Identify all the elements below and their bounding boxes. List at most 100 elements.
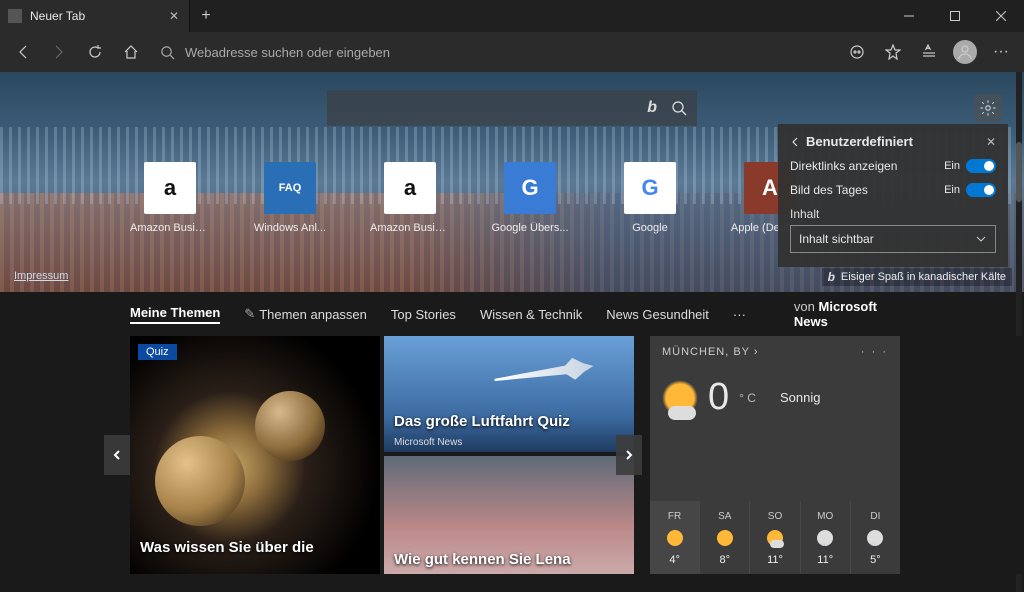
card-source: Microsoft News (394, 437, 462, 448)
address-placeholder: Webadresse suchen oder eingeben (185, 45, 390, 60)
news-cards-row: Quiz Was wissen Sie über die Das große L… (0, 336, 1024, 574)
address-bar[interactable]: Webadresse suchen oder eingeben (150, 37, 838, 67)
page-settings-button[interactable] (974, 94, 1002, 122)
toggle-image[interactable] (966, 183, 996, 197)
content-label: Inhalt (790, 207, 996, 221)
forward-button[interactable] (42, 35, 76, 69)
refresh-button[interactable] (78, 35, 112, 69)
tile-label: Google (610, 222, 690, 234)
chevron-down-icon (975, 233, 987, 245)
forecast-day[interactable]: SA 8° (699, 501, 749, 574)
search-submit-icon[interactable] (671, 100, 687, 116)
forecast-day-icon (717, 530, 733, 546)
toggle-on-text: Ein (944, 160, 960, 172)
quick-link-tile[interactable]: G Google Übers... (490, 162, 570, 234)
card-title: Wie gut kennen Sie Lena (394, 551, 571, 568)
forecast-day-name: MO (801, 511, 850, 522)
quick-link-tile[interactable]: FAQ Windows Anl... (250, 162, 330, 234)
forecast-day-icon (867, 530, 883, 546)
toggle-quicklinks[interactable] (966, 159, 996, 173)
tile-label: Amazon Busin... (130, 222, 210, 234)
carousel-prev-button[interactable] (104, 435, 130, 475)
tile-label: Windows Anl... (250, 222, 330, 234)
news-card-lena-quiz[interactable]: Wie gut kennen Sie Lena (384, 456, 634, 574)
quick-link-tile[interactable]: a Amazon Busin... (130, 162, 210, 234)
card-title: Was wissen Sie über die (140, 539, 314, 556)
bing-search-box[interactable]: b (327, 90, 697, 126)
window-maximize-button[interactable] (932, 0, 978, 32)
tile-icon: FAQ (264, 162, 316, 214)
bing-logo-icon: b (647, 99, 657, 117)
forecast-day-icon (667, 530, 683, 546)
home-button[interactable] (114, 35, 148, 69)
news-nav-item[interactable]: ✎ Themen anpassen (244, 306, 367, 322)
carousel-next-button[interactable] (616, 435, 642, 475)
forecast-day-temp: 8° (700, 554, 749, 566)
browser-tab[interactable]: Neuer Tab ✕ (0, 0, 190, 32)
weather-location[interactable]: MÜNCHEN, BY › (662, 346, 759, 358)
panel-title: Benutzerdefiniert (806, 134, 913, 149)
window-minimize-button[interactable] (886, 0, 932, 32)
forecast-day-name: SA (700, 511, 749, 522)
news-nav-item[interactable]: Top Stories (391, 307, 456, 322)
airplane-image (493, 355, 595, 391)
tile-icon: a (144, 162, 196, 214)
quiz-badge: Quiz (138, 344, 177, 360)
card-title: Das große Luftfahrt Quiz (394, 413, 570, 430)
planet-image (155, 436, 245, 526)
forecast-day[interactable]: MO 11° (800, 501, 850, 574)
back-button[interactable] (6, 35, 40, 69)
quick-link-tile[interactable]: aAmazon Busin... (370, 162, 450, 234)
profile-avatar[interactable] (948, 35, 982, 69)
news-nav-item[interactable]: Wissen & Technik (480, 307, 582, 322)
tile-icon: G (504, 162, 556, 214)
window-titlebar: Neuer Tab ✕ + (0, 0, 1024, 32)
image-credit-text: Eisiger Spaß in kanadischer Kälte (841, 271, 1006, 283)
nav-more-icon[interactable]: ··· (733, 307, 746, 322)
favorites-list-icon[interactable] (912, 35, 946, 69)
forecast-day-icon (817, 530, 833, 546)
news-nav: Meine Themen ✎ Themen anpassen Top Stories… (0, 292, 1024, 336)
window-close-button[interactable] (978, 0, 1024, 32)
news-attribution: von Microsoft News (794, 299, 894, 329)
image-credit[interactable]: b Eisiger Spaß in kanadischer Kälte (822, 268, 1012, 286)
impressum-link[interactable]: Impressum (14, 270, 68, 282)
more-menu-icon[interactable]: ··· (984, 35, 1018, 69)
content-select[interactable]: Inhalt sichtbar (790, 225, 996, 253)
content-select-value: Inhalt sichtbar (799, 232, 874, 246)
quick-link-tile[interactable]: GGoogle (610, 162, 690, 234)
forecast-day-name: SO (750, 511, 799, 522)
forecast-day[interactable]: FR 4° (650, 501, 699, 574)
weather-unit: ° C (739, 391, 756, 405)
news-card-aviation-quiz[interactable]: Das große Luftfahrt Quiz Microsoft News (384, 336, 634, 452)
toggle-quicklinks-label: Direktlinks anzeigen (790, 159, 897, 173)
planet-image (255, 391, 325, 461)
page-settings-panel: Benutzerdefiniert ✕ Direktlinks anzeigen… (778, 124, 1008, 267)
tile-icon: a (384, 162, 436, 214)
tile-label: Google Übers... (490, 222, 570, 234)
forecast-day-temp: 11° (801, 554, 850, 566)
quick-links-row: aAmazon Busin...FAQWindows Anl...aAmazon… (130, 162, 810, 234)
close-tab-icon[interactable]: ✕ (167, 9, 181, 23)
weather-temp: 0 (708, 376, 729, 419)
inprivate-icon[interactable] (840, 35, 874, 69)
weather-condition: Sonnig (780, 390, 820, 405)
forecast-day-temp: 4° (650, 554, 699, 566)
page-scrollbar-thumb[interactable] (1016, 142, 1022, 202)
browser-toolbar: Webadresse suchen oder eingeben ··· (0, 32, 1024, 72)
favorite-icon[interactable] (876, 35, 910, 69)
weather-forecast-row: FR4°SA8°SO11°MO11°DI5° (650, 501, 900, 574)
toggle-image-label: Bild des Tages (790, 183, 868, 197)
news-card-quiz-planets[interactable]: Quiz Was wissen Sie über die (130, 336, 380, 574)
new-tab-button[interactable]: + (190, 0, 222, 32)
panel-close-icon[interactable]: ✕ (986, 135, 996, 149)
weather-more-icon[interactable]: · · · (861, 346, 888, 358)
weather-widget[interactable]: MÜNCHEN, BY › · · · 0 ° C Sonnig FR 4° SA 8… (650, 336, 900, 574)
forecast-day[interactable]: DI5° (850, 501, 900, 574)
forecast-day-name: FR (650, 511, 699, 522)
forecast-day[interactable]: SO 11° (749, 501, 799, 574)
forecast-day-temp: 11° (750, 554, 799, 566)
news-nav-item[interactable]: Meine Themen (130, 305, 220, 324)
news-nav-item[interactable]: News Gesundheit (606, 307, 709, 322)
chevron-left-icon[interactable] (790, 137, 800, 147)
